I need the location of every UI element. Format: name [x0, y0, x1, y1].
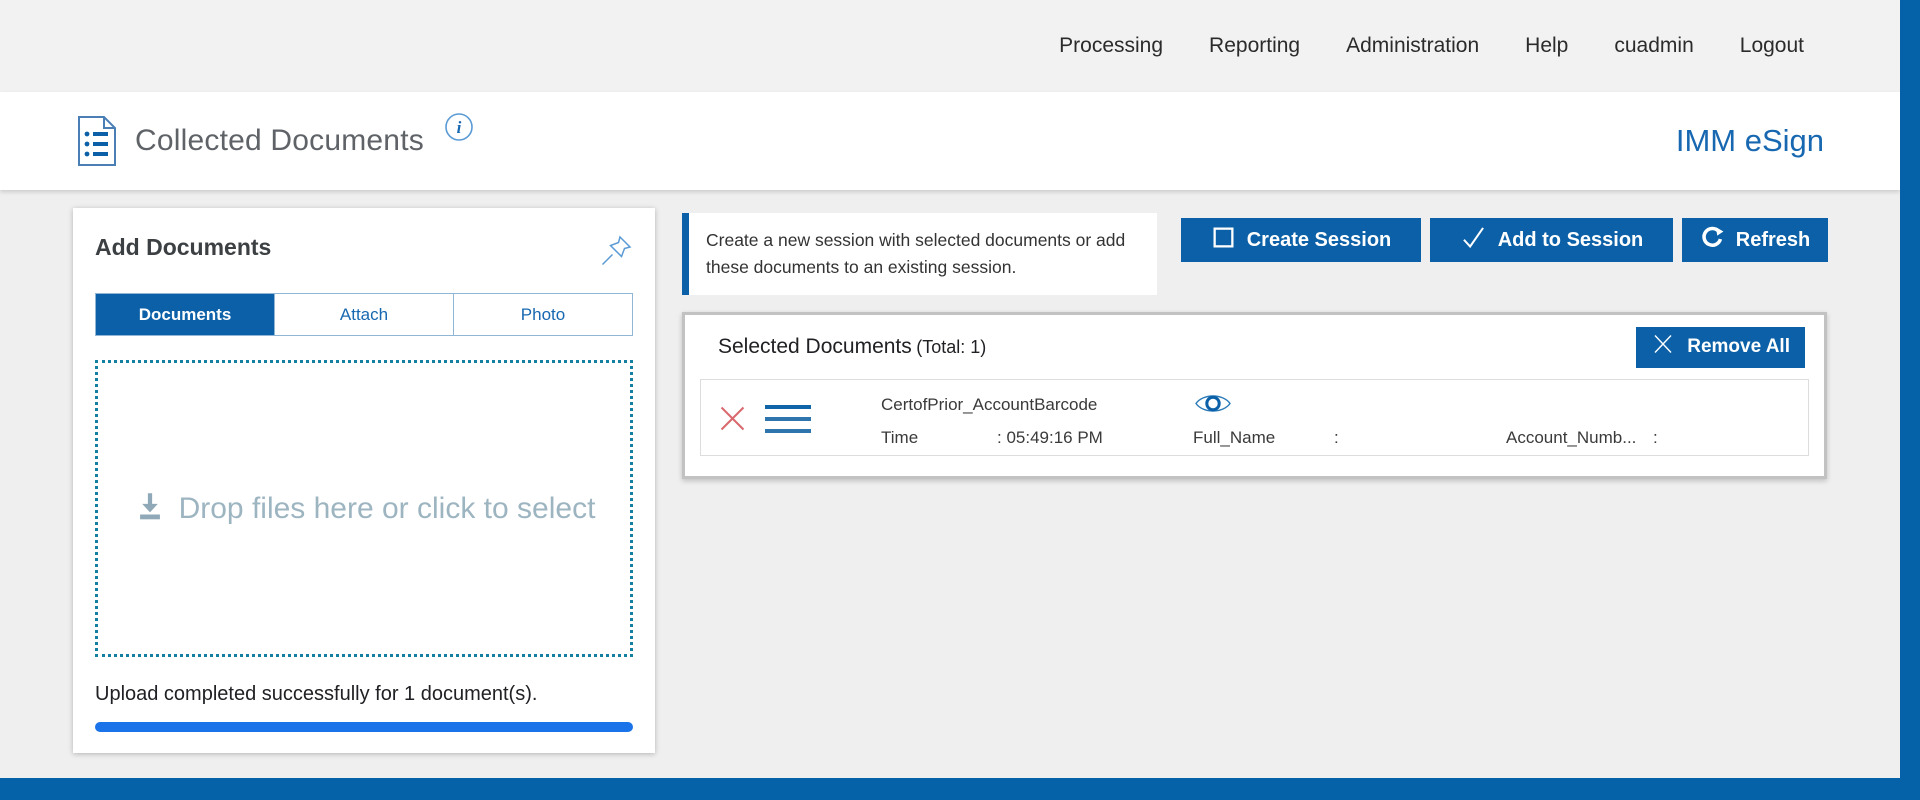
add-documents-tabbar: Documents Attach Photo	[95, 293, 633, 336]
download-icon	[133, 489, 167, 528]
nav-help[interactable]: Help	[1525, 34, 1568, 58]
page-title: Collected Documents	[135, 124, 424, 158]
x-icon	[1651, 332, 1675, 362]
create-session-label: Create Session	[1247, 229, 1392, 252]
field-account-value: :	[1653, 428, 1658, 448]
document-list-icon	[75, 115, 119, 167]
nav-reporting[interactable]: Reporting	[1209, 34, 1300, 58]
add-documents-title: Add Documents	[95, 234, 271, 261]
session-info-banner: Create a new session with selected docum…	[682, 213, 1157, 295]
create-session-button[interactable]: Create Session	[1181, 218, 1421, 262]
add-documents-header: Add Documents	[95, 234, 633, 273]
document-row: CertofPrior_AccountBarcode Time : 05:49:…	[700, 379, 1809, 456]
session-info-text: Create a new session with selected docum…	[706, 227, 1137, 281]
tab-photo[interactable]: Photo	[453, 294, 632, 335]
selected-documents-title: Selected Documents (Total: 1)	[718, 335, 986, 359]
brand-logo: IMM eSign	[1676, 123, 1824, 159]
page-header-left: Collected Documents i	[75, 115, 474, 167]
field-fullname-value: :	[1334, 428, 1339, 448]
footer-bar	[0, 778, 1920, 800]
field-time-label: Time	[881, 428, 918, 448]
nav-user-cuadmin[interactable]: cuadmin	[1614, 34, 1693, 58]
upload-status-message: Upload completed successfully for 1 docu…	[95, 683, 633, 706]
tab-documents[interactable]: Documents	[96, 294, 274, 335]
field-account-label: Account_Numb...	[1506, 428, 1636, 448]
svg-text:i: i	[457, 118, 462, 137]
refresh-icon	[1700, 225, 1725, 256]
add-to-session-label: Add to Session	[1498, 229, 1644, 252]
tab-attach[interactable]: Attach	[274, 294, 453, 335]
upload-progress-fill	[95, 722, 633, 732]
nav-logout[interactable]: Logout	[1740, 34, 1804, 58]
document-name: CertofPrior_AccountBarcode	[881, 395, 1097, 415]
field-time-value: : 05:49:16 PM	[997, 428, 1103, 448]
remove-all-button[interactable]: Remove All	[1636, 327, 1805, 368]
eye-preview-icon[interactable]	[1193, 390, 1233, 422]
info-icon[interactable]: i	[444, 112, 474, 147]
file-dropzone[interactable]: Drop files here or click to select	[95, 360, 633, 657]
dropzone-label: Drop files here or click to select	[179, 492, 596, 526]
add-documents-panel: Add Documents Documents Attach Photo Dro…	[73, 208, 655, 753]
right-edge-stripe	[1900, 0, 1920, 800]
add-to-session-button[interactable]: Add to Session	[1430, 218, 1673, 262]
refresh-button[interactable]: Refresh	[1682, 218, 1828, 262]
remove-all-label: Remove All	[1687, 336, 1790, 358]
session-actions: Create Session Add to Session Refresh	[1181, 218, 1828, 262]
drag-handle-icon[interactable]	[765, 405, 811, 433]
refresh-label: Refresh	[1736, 229, 1810, 252]
selected-documents-total: (Total: 1)	[916, 337, 986, 357]
top-nav-bar: Processing Reporting Administration Help…	[0, 0, 1900, 92]
square-icon	[1211, 225, 1236, 256]
selected-documents-header: Selected Documents (Total: 1) Remove All	[700, 315, 1809, 379]
page-header: Collected Documents i IMM eSign	[0, 92, 1900, 190]
check-icon	[1460, 224, 1487, 257]
nav-processing[interactable]: Processing	[1059, 34, 1163, 58]
nav-administration[interactable]: Administration	[1346, 34, 1479, 58]
field-fullname-label: Full_Name	[1193, 428, 1275, 448]
app-root: Processing Reporting Administration Help…	[0, 0, 1920, 800]
push-pin-icon[interactable]	[599, 234, 633, 273]
upload-progress-bar	[95, 722, 633, 732]
remove-document-icon[interactable]	[717, 403, 748, 439]
selected-documents-title-text: Selected Documents	[718, 335, 912, 358]
main-nav: Processing Reporting Administration Help…	[1059, 34, 1804, 58]
selected-documents-panel: Selected Documents (Total: 1) Remove All…	[682, 312, 1827, 479]
